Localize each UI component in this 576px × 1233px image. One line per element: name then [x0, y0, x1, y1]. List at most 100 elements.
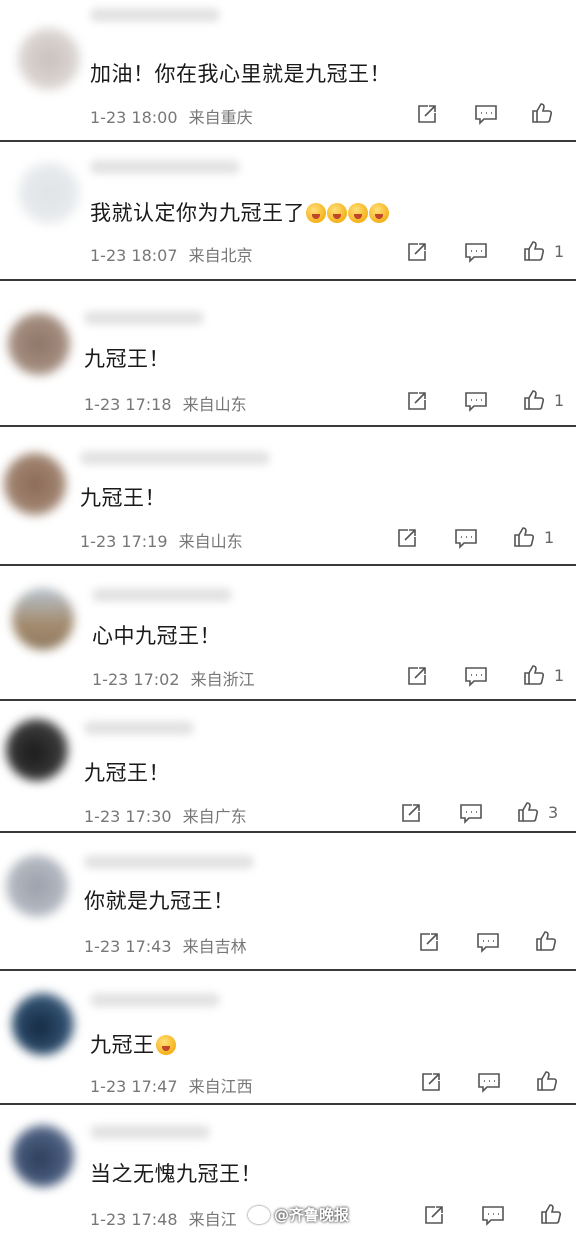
comment-card: 九冠王！ 1-23 17:19 来自山东 1: [0, 427, 576, 564]
username-blurred[interactable]: [84, 311, 204, 325]
username-blurred[interactable]: [84, 721, 194, 735]
comment-date: 1-23 17:19: [80, 532, 168, 551]
comment-meta: 1-23 17:47 来自江西: [90, 1073, 253, 1097]
reply-button[interactable]: [464, 241, 488, 263]
username-blurred[interactable]: [92, 588, 232, 602]
comment-card: 你就是九冠王！ 1-23 17:43 来自吉林: [0, 833, 576, 969]
reply-button[interactable]: [464, 390, 488, 412]
share-button[interactable]: [416, 103, 438, 125]
share-button[interactable]: [400, 802, 422, 824]
comment-meta: 1-23 18:07 来自北京: [90, 242, 253, 266]
username-blurred[interactable]: [90, 1125, 210, 1139]
comment-icon: [465, 243, 487, 263]
thumbs-up-icon: [532, 103, 553, 123]
avatar[interactable]: [8, 313, 70, 375]
comment-location: 来自北京: [188, 246, 253, 265]
share-icon: [422, 1073, 440, 1091]
share-icon: [408, 243, 426, 261]
comment-location: 来自山东: [178, 532, 243, 551]
share-icon: [425, 1206, 443, 1224]
like-button[interactable]: [534, 929, 566, 953]
avatar[interactable]: [4, 453, 66, 515]
comment-icon: [465, 667, 487, 687]
share-icon: [420, 933, 438, 951]
watermark-text: @齐鲁晚报: [274, 1206, 350, 1224]
comment-date: 1-23 18:00: [90, 108, 178, 127]
comment-date: 1-23 17:30: [84, 807, 172, 826]
comment-location: 来自江: [188, 1210, 237, 1229]
like-button[interactable]: [539, 1202, 571, 1226]
share-button[interactable]: [423, 1204, 445, 1226]
comment-location: 来自吉林: [182, 937, 247, 956]
comment-icon: [482, 1206, 504, 1226]
username-blurred[interactable]: [90, 993, 220, 1007]
like-count: 1: [544, 527, 555, 547]
share-button[interactable]: [418, 931, 440, 953]
comment-text: 九冠王！: [80, 486, 166, 510]
comment-meta: 1-23 17:48 来自江: [90, 1206, 237, 1230]
comment-text: 九冠王: [90, 1029, 176, 1059]
share-icon: [408, 667, 426, 685]
share-button[interactable]: [420, 1071, 442, 1093]
comment-location: 来自山东: [182, 395, 247, 414]
comment-icon: [465, 392, 487, 412]
username-blurred[interactable]: [90, 160, 240, 174]
emoji-icon: [348, 203, 368, 223]
comment-location: 来自重庆: [188, 108, 253, 127]
reply-button[interactable]: [474, 103, 498, 125]
comment-location: 来自浙江: [190, 670, 255, 689]
emoji-icon: [306, 203, 326, 223]
watermark: @齐鲁晚报: [248, 1204, 349, 1225]
avatar[interactable]: [18, 28, 80, 90]
comment-card: 九冠王！ 1-23 17:30 来自广东 3: [0, 701, 576, 831]
reply-button[interactable]: [459, 802, 483, 824]
emoji-icon: [155, 1035, 176, 1055]
reply-button[interactable]: [481, 1204, 505, 1226]
share-button[interactable]: [406, 390, 428, 412]
comment-meta: 1-23 17:02 来自浙江: [92, 666, 255, 690]
avatar[interactable]: [6, 855, 68, 917]
avatar[interactable]: [12, 1125, 74, 1187]
avatar[interactable]: [12, 588, 74, 650]
like-button[interactable]: 1: [512, 525, 554, 549]
comment-text: 加油！你在我心里就是九冠王！: [90, 62, 391, 86]
thumbs-up-icon: [514, 527, 535, 547]
reply-button[interactable]: [454, 527, 478, 549]
reply-button[interactable]: [476, 931, 500, 953]
like-button[interactable]: [535, 1069, 567, 1093]
comment-text: 九冠王！: [84, 347, 170, 371]
comment-text: 心中九冠王！: [92, 624, 221, 648]
comment-icon: [478, 1073, 500, 1093]
comment-card: 加油！你在我心里就是九冠王！ 1-23 18:00 来自重庆: [0, 0, 576, 140]
share-button[interactable]: [396, 527, 418, 549]
like-count: 1: [554, 665, 565, 685]
comment-date: 1-23 17:47: [90, 1077, 178, 1096]
comment-meta: 1-23 17:19 来自山东: [80, 528, 243, 552]
avatar[interactable]: [6, 719, 68, 781]
comment-meta: 1-23 17:43 来自吉林: [84, 933, 247, 957]
thumbs-up-icon: [537, 1071, 558, 1091]
username-blurred[interactable]: [90, 8, 220, 22]
username-blurred[interactable]: [84, 855, 254, 869]
share-button[interactable]: [406, 241, 428, 263]
username-blurred[interactable]: [80, 451, 270, 465]
comment-card: 九冠王 1-23 17:47 来自江西: [0, 971, 576, 1103]
like-button[interactable]: 3: [516, 800, 558, 824]
comment-icon: [475, 105, 497, 125]
like-button[interactable]: 1: [522, 239, 564, 263]
like-button[interactable]: [530, 101, 562, 125]
share-button[interactable]: [406, 665, 428, 687]
like-count: 1: [554, 390, 565, 410]
reply-button[interactable]: [477, 1071, 501, 1093]
comment-text: 我就认定你为九冠王了: [90, 197, 389, 227]
comment-date: 1-23 17:43: [84, 937, 172, 956]
like-button[interactable]: 1: [522, 388, 564, 412]
like-button[interactable]: 1: [522, 663, 564, 687]
thumbs-up-icon: [524, 241, 545, 261]
comment-location: 来自江西: [188, 1077, 253, 1096]
comment-card: 九冠王！ 1-23 17:18 来自山东 1: [0, 281, 576, 425]
comment-date: 1-23 18:07: [90, 246, 178, 265]
avatar[interactable]: [12, 993, 74, 1055]
avatar[interactable]: [18, 162, 80, 224]
reply-button[interactable]: [464, 665, 488, 687]
